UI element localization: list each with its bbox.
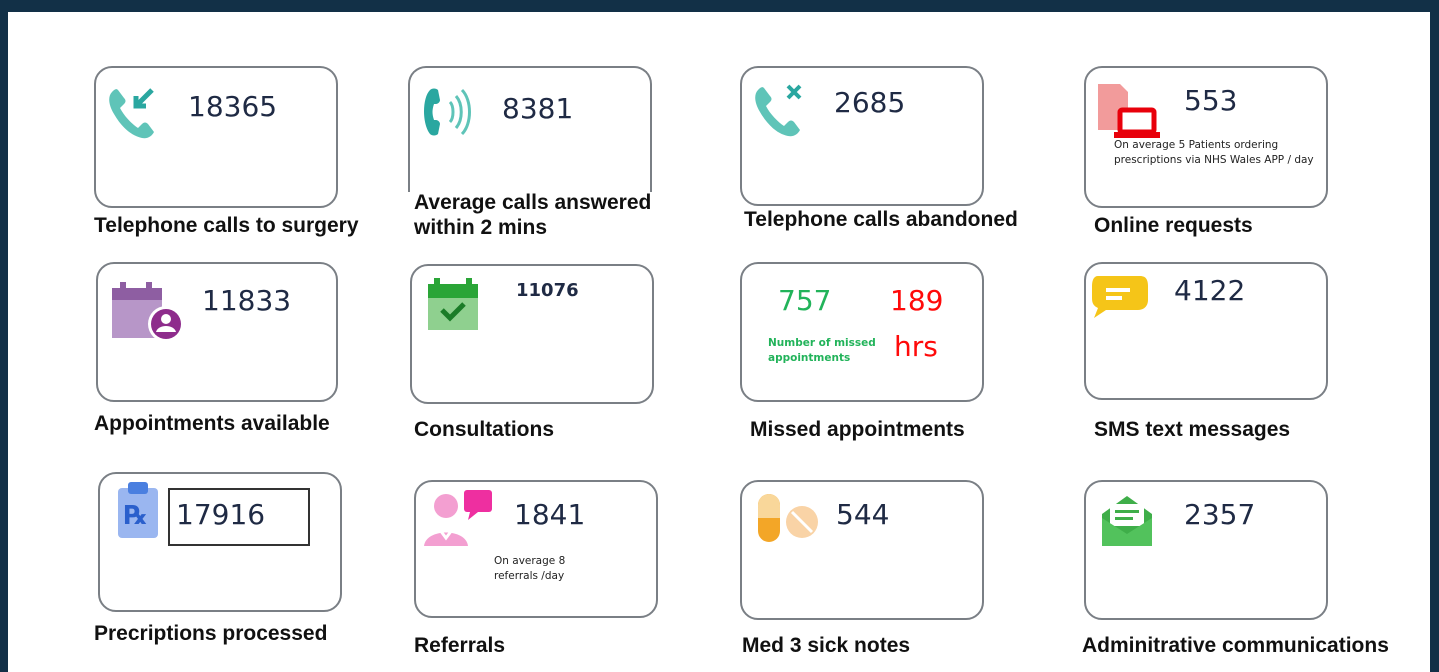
calendar-user-icon xyxy=(112,282,184,342)
clipboard-rx-icon: ℞ xyxy=(118,482,158,538)
open-envelope-icon xyxy=(1102,496,1152,546)
online-requests-caption: Online requests xyxy=(1094,214,1253,237)
calls-answered-value: 8381 xyxy=(502,92,574,125)
chat-bubble-icon xyxy=(1092,276,1148,318)
sms-caption: SMS text messages xyxy=(1094,418,1291,441)
laptop-document-icon xyxy=(1098,84,1160,138)
missed-note: Number of missed appointments xyxy=(768,337,876,364)
missed-hours-unit: hrs xyxy=(894,330,938,363)
pills-icon xyxy=(758,494,818,542)
sick-notes-value: 544 xyxy=(836,498,890,531)
appointments-caption: Appointments available xyxy=(94,412,330,435)
missed-caption: Missed appointments xyxy=(750,418,965,441)
missed-hours-value: 189 xyxy=(890,284,944,317)
doctor-chat-icon xyxy=(424,490,492,546)
card-missed xyxy=(740,262,984,402)
phone-missed-icon xyxy=(755,84,802,137)
phone-incoming-icon xyxy=(109,88,154,139)
missed-count-value: 757 xyxy=(778,284,832,317)
calls-abandoned-caption: Telephone calls abandoned xyxy=(744,208,1018,231)
referrals-value: 1841 xyxy=(514,498,586,531)
online-requests-value: 553 xyxy=(1184,84,1238,117)
calendar-check-icon xyxy=(428,278,478,330)
admin-comms-caption: Adminitrative communications xyxy=(1082,634,1389,657)
referrals-caption: Referrals xyxy=(414,634,506,657)
referrals-note: On average 8 referrals /day xyxy=(494,555,566,582)
calls-abandoned-value: 2685 xyxy=(834,86,906,119)
appointments-value: 11833 xyxy=(202,284,292,317)
consultations-value: 11076 xyxy=(516,280,579,301)
svg-text:℞: ℞ xyxy=(124,501,147,531)
calls-to-surgery-value: 18365 xyxy=(188,90,278,123)
phone-ringing-icon xyxy=(424,88,471,136)
admin-comms-value: 2357 xyxy=(1184,498,1256,531)
online-requests-note: On average 5 Patients ordering prescript… xyxy=(1114,139,1314,166)
calls-answered-caption: Average calls answered within 2 mins xyxy=(414,191,652,239)
sick-notes-caption: Med 3 sick notes xyxy=(742,634,911,657)
sms-value: 4122 xyxy=(1174,274,1246,307)
consultations-caption: Consultations xyxy=(414,418,554,441)
prescriptions-caption: Precriptions processed xyxy=(94,622,328,645)
prescriptions-value: 17916 xyxy=(176,498,266,531)
calls-to-surgery-caption: Telephone calls to surgery xyxy=(94,214,359,237)
